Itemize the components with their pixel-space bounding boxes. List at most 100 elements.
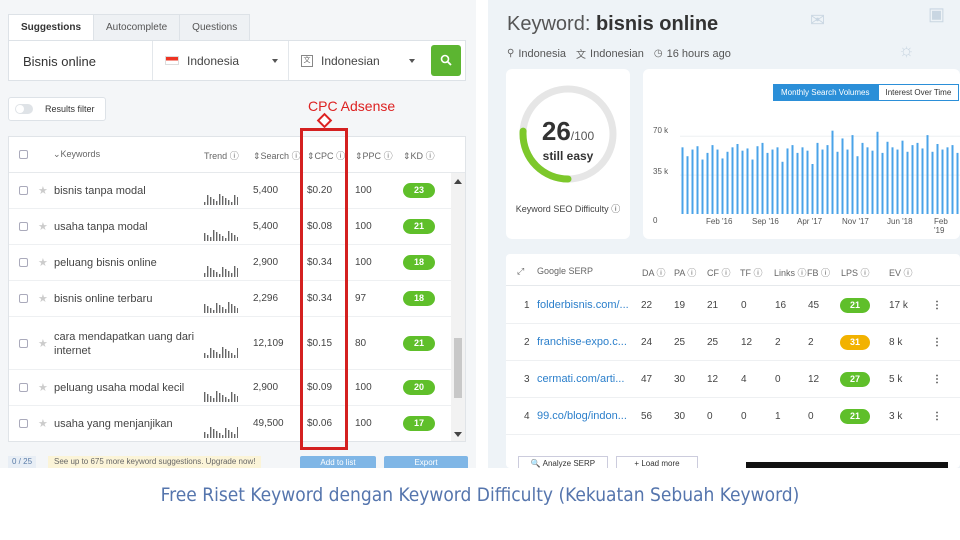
row-checkbox[interactable] (19, 339, 28, 348)
volume-bar (741, 150, 744, 214)
more-options-icon[interactable]: ⋮ (932, 411, 942, 422)
keyword-text[interactable]: bisnis tanpa modal (54, 184, 204, 198)
serp-row[interactable]: 3 cermati.com/arti... 47 30 12 4 0 12 27 5 k ⋮ (506, 361, 960, 398)
row-checkbox[interactable] (19, 258, 28, 267)
keyword-text[interactable]: usaha yang menjanjikan (54, 417, 204, 431)
serp-lps-badge: 27 (840, 372, 870, 387)
sparkline-bar (228, 231, 230, 241)
expand-icon[interactable]: ⤢ (517, 266, 524, 277)
star-icon[interactable]: ★ (38, 220, 48, 233)
language-select[interactable]: 文 Indonesian (289, 41, 425, 80)
volume-bar (796, 152, 799, 214)
keyword-text[interactable]: bisnis online terbaru (54, 292, 204, 306)
volume-bar (721, 158, 724, 214)
more-options-icon[interactable]: ⋮ (932, 374, 942, 385)
col-da[interactable]: DA ⓘ (642, 266, 666, 279)
load-more-button[interactable]: + Load more (616, 456, 698, 468)
star-icon[interactable]: ★ (38, 256, 48, 269)
upgrade-promo[interactable]: See up to 675 more keyword suggestions. … (48, 456, 262, 468)
serp-url-link[interactable]: 99.co/blog/indon... (537, 410, 627, 422)
add-to-list-button[interactable]: Add to list (300, 456, 376, 468)
kd-badge: 21 (403, 336, 435, 351)
row-checkbox[interactable] (19, 383, 28, 392)
table-row[interactable]: ★ peluang usaha modal kecil 2,900 $0.09 100 2… (9, 370, 453, 406)
volume-bar (926, 135, 929, 214)
serp-da: 22 (641, 300, 653, 311)
sparkline-bar (237, 308, 238, 313)
tab-questions[interactable]: Questions (179, 14, 251, 40)
col-pa[interactable]: PA ⓘ (674, 266, 696, 279)
tab-suggestions[interactable]: Suggestions (8, 14, 95, 41)
table-row[interactable]: ★ bisnis tanpa modal 5,400 $0.20 100 23 (9, 173, 453, 209)
trend-sparkline (204, 230, 238, 241)
keyword-text[interactable]: cara mendapatkan uang dari internet (54, 330, 204, 358)
volume-bar (701, 159, 704, 214)
scroll-up-icon[interactable] (454, 179, 462, 184)
interest-over-time-toggle[interactable]: Interest Over Time (877, 84, 960, 101)
export-button[interactable]: Export (384, 456, 468, 468)
keyword-text[interactable]: usaha tanpa modal (54, 220, 204, 234)
col-lps[interactable]: LPS ⓘ (841, 266, 870, 279)
results-filter-toggle[interactable]: Results filter (8, 97, 106, 121)
col-kd[interactable]: ⇕KD ⓘ (403, 149, 435, 162)
row-checkbox[interactable] (19, 186, 28, 195)
search-volume: 2,296 (253, 293, 279, 304)
col-fb[interactable]: FB ⓘ (807, 266, 830, 279)
serp-row[interactable]: 1 folderbisnis.com/... 22 19 21 0 16 45 21 17 k ⋮ (506, 287, 960, 324)
monthly-volumes-toggle[interactable]: Monthly Search Volumes (773, 84, 878, 101)
select-all-checkbox[interactable] (19, 150, 28, 159)
ppc-value: 100 (355, 257, 372, 268)
col-tf[interactable]: TF ⓘ (740, 266, 763, 279)
table-row[interactable]: ★ usaha tanpa modal 5,400 $0.08 100 21 (9, 209, 453, 245)
search-volume: 49,500 (253, 418, 284, 429)
star-icon[interactable]: ★ (38, 417, 48, 430)
serp-url-link[interactable]: folderbisnis.com/... (537, 299, 629, 311)
scroll-thumb[interactable] (454, 338, 462, 398)
col-trend[interactable]: Trend ⓘ (204, 149, 239, 162)
row-checkbox[interactable] (19, 294, 28, 303)
trend-sparkline (204, 266, 238, 277)
col-cf[interactable]: CF ⓘ (707, 266, 731, 279)
country-select[interactable]: Indonesia (153, 41, 289, 80)
col-links[interactable]: Links ⓘ (774, 266, 807, 279)
star-icon[interactable]: ★ (38, 292, 48, 305)
more-options-icon[interactable]: ⋮ (932, 337, 942, 348)
search-button[interactable] (431, 45, 461, 76)
serp-url-link[interactable]: franchise-expo.c... (537, 336, 627, 348)
serp-links: 2 (775, 337, 781, 348)
col-keywords[interactable]: ⌄Keywords (53, 149, 100, 160)
col-ev[interactable]: EV ⓘ (889, 266, 913, 279)
row-checkbox[interactable] (19, 222, 28, 231)
star-icon[interactable]: ★ (38, 381, 48, 394)
star-icon[interactable]: ★ (38, 184, 48, 197)
star-icon[interactable]: ★ (38, 337, 48, 350)
serp-row[interactable]: 4 99.co/blog/indon... 56 30 0 0 1 0 21 3 k ⋮ (506, 398, 960, 435)
table-row[interactable]: ★ peluang bisnis online 2,900 $0.34 100 18 (9, 245, 453, 281)
volume-bar (806, 150, 809, 214)
info-icon[interactable]: ⓘ (611, 204, 620, 214)
decor-icon: ▣ (928, 4, 946, 24)
scroll-down-icon[interactable] (454, 432, 462, 437)
keyword-text[interactable]: peluang usaha modal kecil (54, 381, 204, 395)
serp-url-link[interactable]: cermati.com/arti... (537, 373, 624, 385)
volume-bar (771, 149, 774, 214)
table-row[interactable]: ★ cara mendapatkan uang dari internet 12,1… (9, 317, 453, 370)
table-row[interactable]: ★ bisnis online terbaru 2,296 $0.34 97 18 (9, 281, 453, 317)
volume-bar (751, 159, 754, 214)
row-checkbox[interactable] (19, 419, 28, 428)
table-row[interactable]: ★ usaha yang menjanjikan 49,500 $0.06 100 17 (9, 406, 453, 441)
more-options-icon[interactable]: ⋮ (932, 300, 942, 311)
toggle-switch[interactable] (15, 104, 33, 114)
serp-row[interactable]: 2 franchise-expo.c... 24 25 25 12 2 2 31 8 k ⋮ (506, 324, 960, 361)
sparkline-bar (207, 266, 209, 277)
analyze-serp-button[interactable]: 🔍 Analyze SERP (518, 456, 608, 468)
scrollbar[interactable] (451, 173, 465, 441)
sparkline-bar (231, 273, 233, 277)
col-ppc[interactable]: ⇕PPC ⓘ (355, 149, 393, 162)
sparkline-bar (216, 232, 218, 241)
keyword-input[interactable]: Bisnis online (9, 41, 153, 80)
col-search[interactable]: ⇕Search ⓘ (253, 149, 301, 162)
tab-autocomplete[interactable]: Autocomplete (93, 14, 181, 40)
sparkline-bar (237, 427, 238, 438)
keyword-text[interactable]: peluang bisnis online (54, 256, 204, 270)
